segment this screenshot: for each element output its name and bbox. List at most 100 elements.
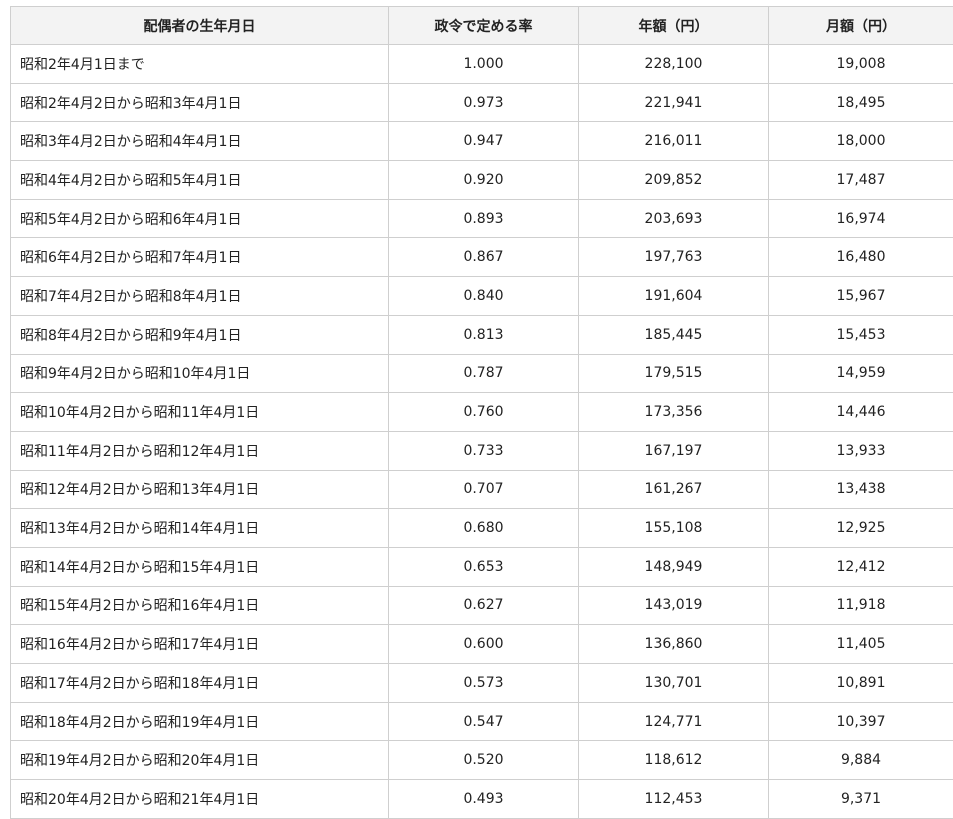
- rate-cell: 0.840: [389, 277, 579, 316]
- annual-amount-cell: 173,356: [579, 393, 769, 432]
- monthly-amount-cell: 15,453: [769, 315, 953, 354]
- annual-amount-cell: 148,949: [579, 547, 769, 586]
- table-row: 昭和9年4月2日から昭和10年4月1日0.787179,51514,959: [11, 354, 953, 393]
- monthly-amount-cell: 18,000: [769, 122, 953, 161]
- monthly-amount-cell: 18,495: [769, 83, 953, 122]
- monthly-amount-cell: 14,959: [769, 354, 953, 393]
- birthdate-cell: 昭和16年4月2日から昭和17年4月1日: [11, 625, 389, 664]
- birthdate-cell: 昭和17年4月2日から昭和18年4月1日: [11, 664, 389, 703]
- header-monthly-amount: 月額（円）: [769, 7, 953, 45]
- birthdate-cell: 昭和19年4月2日から昭和20年4月1日: [11, 741, 389, 780]
- annual-amount-cell: 197,763: [579, 238, 769, 277]
- rate-cell: 0.813: [389, 315, 579, 354]
- table-row: 昭和3年4月2日から昭和4年4月1日0.947216,01118,000: [11, 122, 953, 161]
- table-row: 昭和15年4月2日から昭和16年4月1日0.627143,01911,918: [11, 586, 953, 625]
- rate-cell: 0.680: [389, 509, 579, 548]
- birthdate-cell: 昭和6年4月2日から昭和7年4月1日: [11, 238, 389, 277]
- birthdate-cell: 昭和11年4月2日から昭和12年4月1日: [11, 431, 389, 470]
- monthly-amount-cell: 10,891: [769, 664, 953, 703]
- annual-amount-cell: 185,445: [579, 315, 769, 354]
- rate-cell: 0.973: [389, 83, 579, 122]
- monthly-amount-cell: 11,918: [769, 586, 953, 625]
- rate-cell: 0.787: [389, 354, 579, 393]
- annual-amount-cell: 209,852: [579, 161, 769, 200]
- rate-cell: 0.733: [389, 431, 579, 470]
- birthdate-cell: 昭和5年4月2日から昭和6年4月1日: [11, 199, 389, 238]
- birthdate-cell: 昭和2年4月2日から昭和3年4月1日: [11, 83, 389, 122]
- table-row: 昭和18年4月2日から昭和19年4月1日0.547124,77110,397: [11, 702, 953, 741]
- pension-rate-table: 配偶者の生年月日 政令で定める率 年額（円） 月額（円） 昭和2年4月1日まで1…: [10, 6, 953, 819]
- birthdate-cell: 昭和10年4月2日から昭和11年4月1日: [11, 393, 389, 432]
- birthdate-cell: 昭和14年4月2日から昭和15年4月1日: [11, 547, 389, 586]
- annual-amount-cell: 203,693: [579, 199, 769, 238]
- header-rate: 政令で定める率: [389, 7, 579, 45]
- birthdate-cell: 昭和8年4月2日から昭和9年4月1日: [11, 315, 389, 354]
- rate-cell: 0.920: [389, 161, 579, 200]
- birthdate-cell: 昭和2年4月1日まで: [11, 45, 389, 84]
- table-row: 昭和4年4月2日から昭和5年4月1日0.920209,85217,487: [11, 161, 953, 200]
- table-row: 昭和11年4月2日から昭和12年4月1日0.733167,19713,933: [11, 431, 953, 470]
- birthdate-cell: 昭和9年4月2日から昭和10年4月1日: [11, 354, 389, 393]
- monthly-amount-cell: 17,487: [769, 161, 953, 200]
- annual-amount-cell: 136,860: [579, 625, 769, 664]
- monthly-amount-cell: 13,438: [769, 470, 953, 509]
- table-row: 昭和2年4月2日から昭和3年4月1日0.973221,94118,495: [11, 83, 953, 122]
- annual-amount-cell: 112,453: [579, 780, 769, 819]
- annual-amount-cell: 167,197: [579, 431, 769, 470]
- table-header-row: 配偶者の生年月日 政令で定める率 年額（円） 月額（円）: [11, 7, 953, 45]
- rate-cell: 0.520: [389, 741, 579, 780]
- birthdate-cell: 昭和12年4月2日から昭和13年4月1日: [11, 470, 389, 509]
- birthdate-cell: 昭和13年4月2日から昭和14年4月1日: [11, 509, 389, 548]
- birthdate-cell: 昭和4年4月2日から昭和5年4月1日: [11, 161, 389, 200]
- rate-cell: 0.707: [389, 470, 579, 509]
- table-row: 昭和6年4月2日から昭和7年4月1日0.867197,76316,480: [11, 238, 953, 277]
- monthly-amount-cell: 10,397: [769, 702, 953, 741]
- birthdate-cell: 昭和3年4月2日から昭和4年4月1日: [11, 122, 389, 161]
- birthdate-cell: 昭和18年4月2日から昭和19年4月1日: [11, 702, 389, 741]
- table-row: 昭和13年4月2日から昭和14年4月1日0.680155,10812,925: [11, 509, 953, 548]
- rate-cell: 0.760: [389, 393, 579, 432]
- monthly-amount-cell: 15,967: [769, 277, 953, 316]
- annual-amount-cell: 221,941: [579, 83, 769, 122]
- table-row: 昭和19年4月2日から昭和20年4月1日0.520118,6129,884: [11, 741, 953, 780]
- table-row: 昭和10年4月2日から昭和11年4月1日0.760173,35614,446: [11, 393, 953, 432]
- rate-cell: 0.653: [389, 547, 579, 586]
- table-row: 昭和14年4月2日から昭和15年4月1日0.653148,94912,412: [11, 547, 953, 586]
- table-row: 昭和17年4月2日から昭和18年4月1日0.573130,70110,891: [11, 664, 953, 703]
- annual-amount-cell: 228,100: [579, 45, 769, 84]
- table-row: 昭和5年4月2日から昭和6年4月1日0.893203,69316,974: [11, 199, 953, 238]
- birthdate-cell: 昭和15年4月2日から昭和16年4月1日: [11, 586, 389, 625]
- monthly-amount-cell: 12,925: [769, 509, 953, 548]
- header-annual-amount: 年額（円）: [579, 7, 769, 45]
- monthly-amount-cell: 12,412: [769, 547, 953, 586]
- rate-cell: 0.947: [389, 122, 579, 161]
- rate-cell: 0.600: [389, 625, 579, 664]
- table-row: 昭和2年4月1日まで1.000228,10019,008: [11, 45, 953, 84]
- annual-amount-cell: 191,604: [579, 277, 769, 316]
- table-row: 昭和20年4月2日から昭和21年4月1日0.493112,4539,371: [11, 780, 953, 819]
- annual-amount-cell: 143,019: [579, 586, 769, 625]
- rate-cell: 0.573: [389, 664, 579, 703]
- monthly-amount-cell: 11,405: [769, 625, 953, 664]
- monthly-amount-cell: 9,371: [769, 780, 953, 819]
- monthly-amount-cell: 16,480: [769, 238, 953, 277]
- annual-amount-cell: 179,515: [579, 354, 769, 393]
- annual-amount-cell: 124,771: [579, 702, 769, 741]
- table-row: 昭和7年4月2日から昭和8年4月1日0.840191,60415,967: [11, 277, 953, 316]
- monthly-amount-cell: 9,884: [769, 741, 953, 780]
- birthdate-cell: 昭和7年4月2日から昭和8年4月1日: [11, 277, 389, 316]
- birthdate-cell: 昭和20年4月2日から昭和21年4月1日: [11, 780, 389, 819]
- rate-cell: 0.493: [389, 780, 579, 819]
- rate-cell: 0.893: [389, 199, 579, 238]
- table-row: 昭和16年4月2日から昭和17年4月1日0.600136,86011,405: [11, 625, 953, 664]
- rate-cell: 0.627: [389, 586, 579, 625]
- monthly-amount-cell: 19,008: [769, 45, 953, 84]
- monthly-amount-cell: 16,974: [769, 199, 953, 238]
- table-row: 昭和8年4月2日から昭和9年4月1日0.813185,44515,453: [11, 315, 953, 354]
- rate-cell: 0.867: [389, 238, 579, 277]
- rate-cell: 1.000: [389, 45, 579, 84]
- monthly-amount-cell: 13,933: [769, 431, 953, 470]
- annual-amount-cell: 130,701: [579, 664, 769, 703]
- annual-amount-cell: 155,108: [579, 509, 769, 548]
- rate-cell: 0.547: [389, 702, 579, 741]
